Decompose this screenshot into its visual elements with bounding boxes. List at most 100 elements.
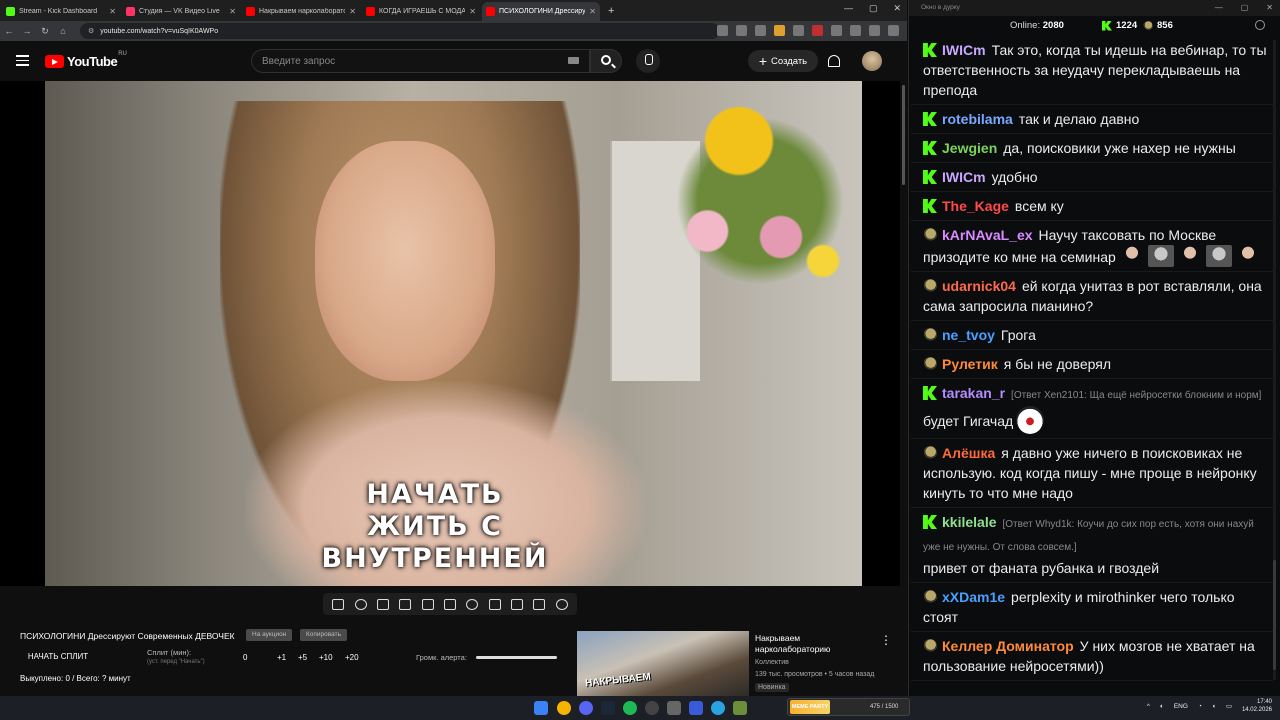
chat-username[interactable]: Алёшка xyxy=(942,445,995,461)
broadcast-icon[interactable] xyxy=(354,598,367,610)
chat-settings-icon[interactable] xyxy=(1255,20,1265,30)
recommendation-thumbnail[interactable]: НАКРЫВАЕМ xyxy=(577,631,749,696)
clapper-icon[interactable] xyxy=(399,598,412,610)
maximize-icon[interactable]: ▢ xyxy=(869,3,878,14)
chat-username[interactable]: udarnick04 xyxy=(942,278,1016,294)
close-icon[interactable]: ✕ xyxy=(893,3,901,14)
close-tab-icon[interactable]: ✕ xyxy=(589,7,596,16)
browser-tab[interactable]: КОГДА ИГРАЕШЬ С МОДАМИ✕ xyxy=(362,2,480,21)
chat-username[interactable]: ne_tvoy xyxy=(942,327,995,343)
create-button[interactable]: + Создать xyxy=(748,50,818,72)
address-bar[interactable]: ⚙ youtube.com/watch?v=vuSqIK0AWPo xyxy=(80,23,720,39)
film-icon[interactable] xyxy=(443,598,456,610)
close-tab-icon[interactable]: ✕ xyxy=(229,7,236,16)
increment-button[interactable]: +1 xyxy=(277,653,286,662)
search-input[interactable]: Введите запрос xyxy=(251,49,590,73)
camera-rec-icon[interactable] xyxy=(376,598,389,610)
chat-username[interactable]: The_Kage xyxy=(942,198,1009,214)
browser-tab[interactable]: Накрываем нарколабораторию✕ xyxy=(242,2,360,21)
browser-tab[interactable]: Stream - Kick Dashboard ✕ xyxy=(2,2,120,21)
chat-username[interactable]: Jewgien xyxy=(942,140,997,156)
extension-icon[interactable] xyxy=(812,25,823,36)
increment-button[interactable]: +20 xyxy=(345,653,359,662)
loop-icon[interactable] xyxy=(332,598,345,610)
chevron-up-icon[interactable]: ^ xyxy=(1147,703,1150,710)
home-icon[interactable]: ⌂ xyxy=(54,26,72,36)
add-frame-icon[interactable] xyxy=(488,598,501,610)
chat-username[interactable]: IWICm xyxy=(942,42,986,58)
chat-username[interactable]: IWICm xyxy=(942,169,986,185)
page-scrollbar[interactable] xyxy=(900,81,907,696)
chat-username[interactable]: Рулетик xyxy=(942,356,998,372)
chat-username[interactable]: kkilelale xyxy=(942,514,997,530)
alert-volume-slider[interactable] xyxy=(476,656,557,659)
wifi-icon[interactable]: ◔ xyxy=(1198,703,1202,710)
chat-message-list[interactable]: IWICm Так это, когда ты идешь на вебинар,… xyxy=(911,36,1273,686)
meme-party-widget[interactable]: MEME PARTY 475 / 1500 xyxy=(787,698,910,716)
lang-indicator[interactable]: ENG xyxy=(1174,703,1188,710)
browser-tab[interactable]: ПСИХОЛОГИНИ Дрессируют ✕ xyxy=(482,2,600,21)
app-icon[interactable] xyxy=(733,701,747,715)
steam-icon[interactable] xyxy=(601,701,615,715)
telegram-icon[interactable] xyxy=(711,701,725,715)
zoom-icon[interactable] xyxy=(717,25,728,36)
discord-icon[interactable] xyxy=(579,701,593,715)
video-player[interactable]: НАЧАТЬ ЖИТЬ С ВНУТРЕННЕЙ xyxy=(0,81,900,586)
flask-icon[interactable] xyxy=(533,598,546,610)
back-icon[interactable]: ← xyxy=(0,26,18,36)
extension-icon[interactable] xyxy=(793,25,804,36)
download-icon[interactable] xyxy=(850,25,861,36)
notifications-bell-icon[interactable] xyxy=(828,55,840,67)
close-tab-icon[interactable]: ✕ xyxy=(109,7,116,16)
cast-icon[interactable] xyxy=(736,25,747,36)
recommendation-title[interactable]: Накрываем нарколабораторию xyxy=(755,633,875,655)
chat-username[interactable]: xXDam1e xyxy=(942,589,1005,605)
puzzle-icon[interactable] xyxy=(831,25,842,36)
chat-scrollbar[interactable] xyxy=(1273,40,1276,680)
site-info-icon[interactable]: ⚙ xyxy=(88,27,94,35)
bookmark-star-icon[interactable] xyxy=(755,25,766,36)
youtube-logo[interactable]: YouTube RU xyxy=(45,51,127,69)
player-icon[interactable] xyxy=(689,701,703,715)
obs-icon[interactable] xyxy=(645,701,659,715)
minimize-icon[interactable]: — xyxy=(844,3,853,14)
speed-icon[interactable] xyxy=(466,598,479,610)
chrome-menu-icon[interactable] xyxy=(888,25,899,36)
close-icon[interactable]: ✕ xyxy=(1266,0,1273,16)
close-tab-icon[interactable]: ✕ xyxy=(469,7,476,16)
start-split-button[interactable]: НАЧАТЬ СПЛИТ xyxy=(20,650,96,664)
more-actions-icon[interactable]: ⋮ xyxy=(880,633,892,647)
hamburger-menu-icon[interactable] xyxy=(16,55,29,66)
search-button[interactable] xyxy=(590,49,622,73)
voice-search-button[interactable] xyxy=(636,49,660,73)
chat-username[interactable]: kArNAvaL_ex xyxy=(942,227,1033,243)
chat-username[interactable]: Келлер Доминатор xyxy=(942,638,1074,654)
split-value[interactable]: 0 xyxy=(243,653,247,662)
minimize-icon[interactable]: — xyxy=(1215,0,1223,16)
speaker-icon[interactable]: ◖ xyxy=(1212,703,1216,710)
windows-start-icon[interactable] xyxy=(534,701,548,715)
reload-icon[interactable]: ↻ xyxy=(36,26,54,37)
new-tab-button[interactable]: + xyxy=(608,2,614,21)
screenshot-icon[interactable] xyxy=(511,598,524,610)
pip-icon[interactable] xyxy=(421,598,434,610)
increment-button[interactable]: +5 xyxy=(298,653,307,662)
clock[interactable]: 17:40 14.02.2026 xyxy=(1242,698,1272,714)
recommendation-channel[interactable]: Коллектив xyxy=(755,659,789,666)
browser-tab[interactable]: Студия — VK Видео Live ✕ xyxy=(122,2,240,21)
extension-icon[interactable] xyxy=(774,25,785,36)
chrome-icon[interactable] xyxy=(557,701,571,715)
keyboard-icon[interactable] xyxy=(568,57,579,64)
increment-button[interactable]: +10 xyxy=(319,653,333,662)
app-icon[interactable] xyxy=(667,701,681,715)
volume-icon[interactable]: ◐ xyxy=(1160,703,1164,710)
chat-username[interactable]: tarakan_r xyxy=(942,385,1005,401)
close-tab-icon[interactable]: ✕ xyxy=(349,7,356,16)
avatar[interactable] xyxy=(862,51,882,71)
profile-icon[interactable] xyxy=(869,25,880,36)
settings-gear-icon[interactable] xyxy=(555,598,568,610)
chat-username[interactable]: rotebilama xyxy=(942,111,1013,127)
scrollbar-thumb[interactable] xyxy=(902,85,905,185)
copy-button[interactable]: Копировать xyxy=(300,629,347,641)
maximize-icon[interactable]: ▢ xyxy=(1241,0,1249,16)
